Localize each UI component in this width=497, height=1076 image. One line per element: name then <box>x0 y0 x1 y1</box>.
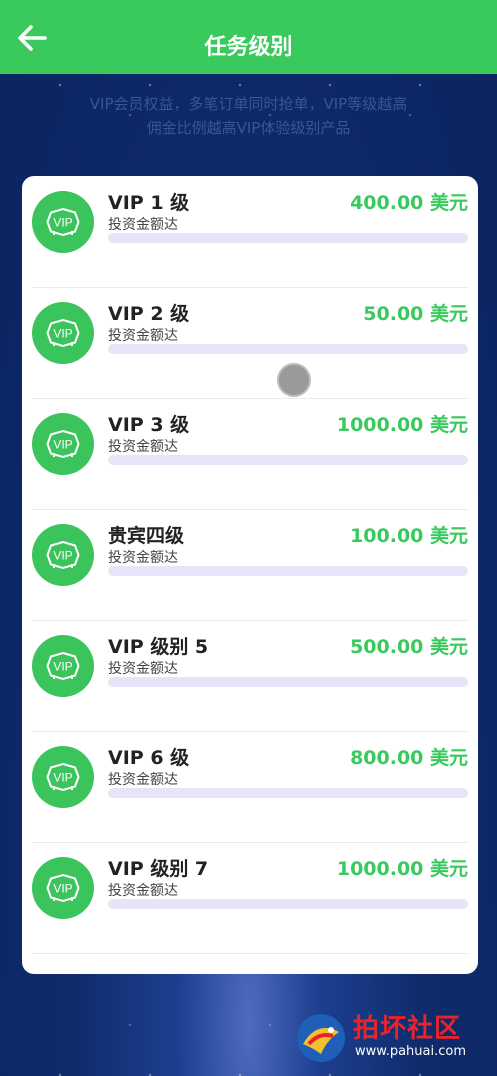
level-row[interactable]: VIP VIP 2 级投资金额达 50.00 美元 <box>32 287 468 399</box>
progress-bar <box>108 788 468 798</box>
level-row[interactable]: VIP VIP 级别 5 投资金额达 500.00 美元 <box>32 620 468 732</box>
watermark-text: 拍坏社区 <box>353 1014 462 1044</box>
level-description: 投资金额达 <box>108 550 178 566</box>
progress-bar <box>108 344 468 354</box>
level-description: 投资金额达 <box>108 883 178 899</box>
svg-text:VIP: VIP <box>53 216 72 230</box>
level-name: VIP 级别 7 <box>108 858 209 880</box>
level-name: VIP 2 级 <box>108 303 190 325</box>
progress-bar <box>108 677 468 687</box>
vip-badge-icon: VIP <box>32 413 94 475</box>
level-description: 投资金额达 <box>108 217 178 233</box>
level-amount: 1000.00 美元 <box>336 414 468 436</box>
level-name: VIP 6 级 <box>108 747 190 769</box>
level-amount: 800.00 美元 <box>350 747 468 769</box>
level-description: 投资金额达 <box>108 439 178 455</box>
level-list-card: VIP VIP 1 级投资金额达 400.00 美元 VIP VIP 2 级投资金额达 5… <box>22 176 478 974</box>
watermark-logo-icon <box>297 1014 345 1062</box>
vip-badge-icon: VIP <box>32 524 94 586</box>
touch-indicator <box>277 363 311 397</box>
watermark-url: www.pahuai.com <box>355 1044 467 1059</box>
svg-text:VIP: VIP <box>53 438 72 452</box>
level-name: VIP 1 级 <box>108 192 190 214</box>
level-amount: 50.00 美元 <box>363 303 468 325</box>
progress-bar <box>108 566 468 576</box>
level-name: VIP 3 级 <box>108 414 190 436</box>
notice-text: VIP会员权益，多笔订单同时抢单，VIP等级越高 佣金比例越高VIP体验级别产品 <box>89 95 408 137</box>
progress-bar <box>108 899 468 909</box>
level-row[interactable]: VIP 贵宾四级投资金额达 100.00 美元 <box>32 509 468 621</box>
level-amount: 1000.00 美元 <box>336 858 468 880</box>
level-row[interactable]: VIP VIP 1 级投资金额达 400.00 美元 <box>32 176 468 288</box>
level-row[interactable]: VIP VIP 6 级投资金额达 800.00 美元 <box>32 731 468 843</box>
svg-text:VIP: VIP <box>53 882 72 896</box>
vip-badge-icon: VIP <box>32 746 94 808</box>
svg-text:VIP: VIP <box>53 549 72 563</box>
level-description: 投资金额达 <box>108 772 178 788</box>
level-row[interactable]: VIP VIP 级别 7 投资金额达 1000.00 美元 <box>32 842 468 954</box>
header-bar: 任务级别 <box>0 0 497 74</box>
level-description: 投资金额达 <box>108 328 178 344</box>
svg-text:VIP: VIP <box>53 660 72 674</box>
vip-badge-icon: VIP <box>32 857 94 919</box>
level-row[interactable]: VIP VIP 3 级投资金额达 1000.00 美元 <box>32 398 468 510</box>
level-amount: 400.00 美元 <box>350 192 468 214</box>
page-title: 任务级别 <box>204 35 293 60</box>
level-amount: 500.00 美元 <box>350 636 468 658</box>
vip-badge-icon: VIP <box>32 191 94 253</box>
level-amount: 100.00 美元 <box>350 525 468 547</box>
vip-badge-icon: VIP <box>32 302 94 364</box>
watermark: 拍坏社区 www.pahuai.com <box>293 1008 493 1070</box>
level-name: 贵宾四级 <box>108 525 185 547</box>
svg-text:VIP: VIP <box>53 771 72 785</box>
vip-badge-icon: VIP <box>32 635 94 697</box>
level-name: VIP 级别 5 <box>108 636 209 658</box>
level-description: 投资金额达 <box>108 661 178 677</box>
progress-bar <box>108 233 468 243</box>
progress-bar <box>108 455 468 465</box>
svg-text:VIP: VIP <box>53 327 72 341</box>
